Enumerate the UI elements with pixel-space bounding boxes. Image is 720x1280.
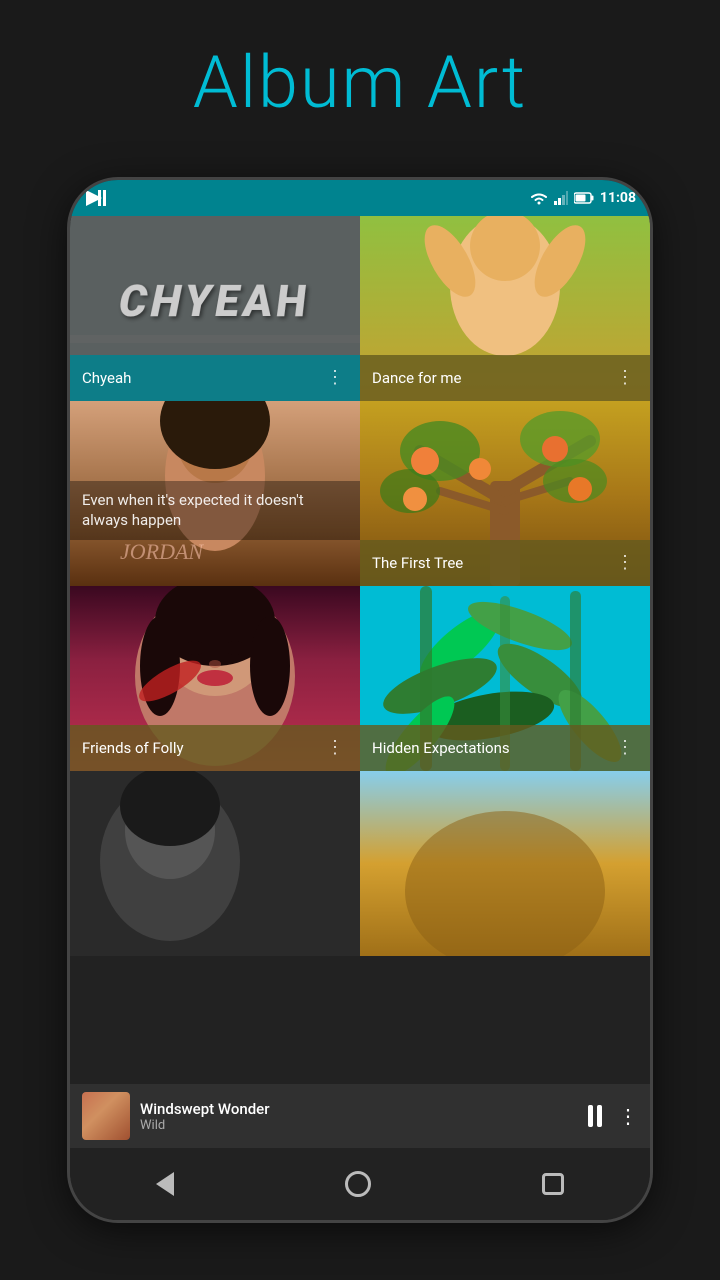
back-icon bbox=[156, 1172, 174, 1196]
page-title: Album Art bbox=[0, 40, 720, 125]
pause-bar-left bbox=[588, 1105, 593, 1127]
folly-name: Friends of Folly bbox=[82, 739, 322, 757]
player-thumbnail bbox=[82, 1092, 130, 1140]
folly-more-button[interactable]: ⋮ bbox=[322, 737, 348, 759]
hidden-more-button[interactable]: ⋮ bbox=[612, 737, 638, 759]
player-subtitle: Wild bbox=[140, 1118, 578, 1133]
album-cell-jordan[interactable]: JORDAN Even when it's expected it doesn'… bbox=[70, 401, 360, 586]
wifi-icon bbox=[530, 191, 548, 205]
home-icon bbox=[345, 1171, 371, 1197]
player-controls: ⋮ bbox=[588, 1104, 638, 1128]
player-info: Windswept Wonder Wild bbox=[140, 1100, 578, 1133]
navigation-bar bbox=[70, 1148, 650, 1220]
bottom-left-art-svg bbox=[70, 771, 360, 956]
battery-icon bbox=[574, 192, 594, 204]
dance-name: Dance for me bbox=[372, 369, 612, 387]
album-cell-chyeah[interactable]: CHYEAH Chyeah ⋮ bbox=[70, 216, 360, 401]
thumb-art bbox=[82, 1092, 130, 1140]
nav-back-button[interactable] bbox=[156, 1172, 174, 1196]
player-bar: Windswept Wonder Wild ⋮ bbox=[70, 1084, 650, 1148]
jordan-text-overlay: Even when it's expected it doesn't alway… bbox=[70, 481, 360, 540]
player-title: Windswept Wonder bbox=[140, 1100, 578, 1118]
status-bar-right: 11:08 bbox=[530, 190, 636, 206]
chyeah-more-button[interactable]: ⋮ bbox=[322, 367, 348, 389]
album-cell-bottom-left[interactable] bbox=[70, 771, 360, 956]
firsttree-name: The First Tree bbox=[372, 554, 612, 572]
status-bar-left bbox=[84, 188, 106, 208]
album-cell-folly[interactable]: Friends of Folly ⋮ bbox=[70, 586, 360, 771]
album-cell-dance[interactable]: Dance for me ⋮ bbox=[360, 216, 650, 401]
player-more-button[interactable]: ⋮ bbox=[618, 1104, 638, 1128]
status-time: 11:08 bbox=[600, 190, 636, 206]
album-cell-bottom-right[interactable] bbox=[360, 771, 650, 956]
firsttree-label: The First Tree ⋮ bbox=[360, 540, 650, 586]
chyeah-label: Chyeah ⋮ bbox=[70, 355, 360, 401]
play-status-icon bbox=[84, 188, 106, 208]
signal-icon bbox=[554, 191, 568, 205]
recents-icon bbox=[542, 1173, 564, 1195]
chyeah-text-art: CHYEAH bbox=[118, 275, 313, 327]
nav-home-button[interactable] bbox=[345, 1171, 371, 1197]
folly-label: Friends of Folly ⋮ bbox=[70, 725, 360, 771]
jordan-overlay-text: Even when it's expected it doesn't alway… bbox=[82, 491, 304, 529]
bottom-right-art-svg bbox=[360, 771, 650, 956]
album-grid: CHYEAH Chyeah ⋮ bbox=[70, 216, 650, 956]
nav-recents-button[interactable] bbox=[542, 1173, 564, 1195]
bottom-left-art bbox=[70, 771, 360, 956]
album-cell-hidden[interactable]: Hidden Expectations ⋮ bbox=[360, 586, 650, 771]
firsttree-more-button[interactable]: ⋮ bbox=[612, 552, 638, 574]
dance-label: Dance for me ⋮ bbox=[360, 355, 650, 401]
svg-text:JORDAN: JORDAN bbox=[120, 539, 204, 564]
dance-more-button[interactable]: ⋮ bbox=[612, 367, 638, 389]
pause-button[interactable] bbox=[588, 1105, 602, 1127]
album-cell-firsttree[interactable]: The First Tree ⋮ bbox=[360, 401, 650, 586]
phone-frame: 11:08 CHYEAH Chyeah ⋮ bbox=[70, 180, 650, 1220]
hidden-name: Hidden Expectations bbox=[372, 739, 612, 757]
chyeah-name: Chyeah bbox=[82, 369, 322, 387]
pause-bar-right bbox=[597, 1105, 602, 1127]
hidden-label: Hidden Expectations ⋮ bbox=[360, 725, 650, 771]
bottom-right-art bbox=[360, 771, 650, 956]
status-bar: 11:08 bbox=[70, 180, 650, 216]
